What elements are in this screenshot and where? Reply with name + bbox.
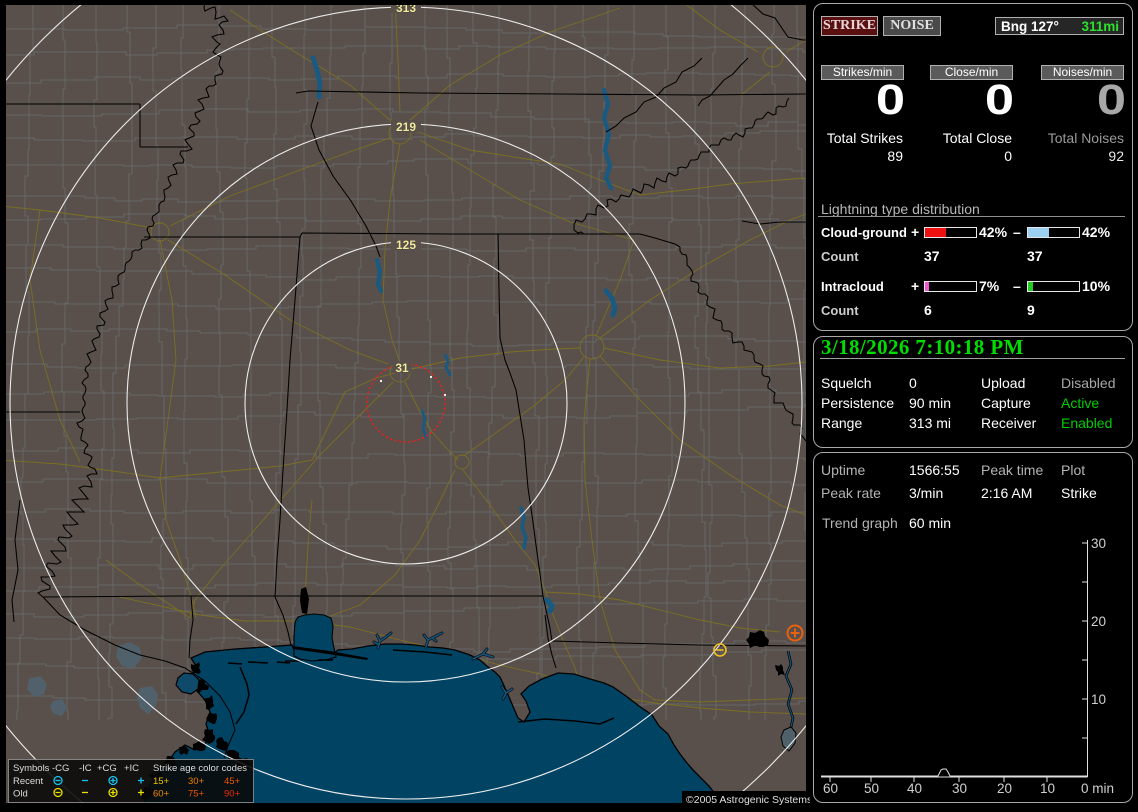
svg-text:-CG: -CG — [52, 763, 69, 774]
svg-text:60+: 60+ — [153, 789, 170, 800]
svg-text:30+: 30+ — [188, 776, 205, 787]
svg-text:31: 31 — [395, 361, 409, 375]
svg-text:Strike age color codes: Strike age color codes — [153, 763, 247, 774]
svg-text:45+: 45+ — [224, 776, 241, 787]
svg-text:+IC: +IC — [124, 763, 139, 774]
svg-text:125: 125 — [396, 238, 416, 252]
svg-text:+CG: +CG — [97, 763, 117, 774]
svg-text:90+: 90+ — [224, 789, 241, 800]
svg-text:Recent: Recent — [13, 776, 43, 787]
svg-text:-IC: -IC — [79, 763, 92, 774]
svg-text:15+: 15+ — [153, 776, 170, 787]
svg-text:©2005 Astrogenic Systems: ©2005 Astrogenic Systems — [686, 794, 810, 806]
svg-text:219: 219 — [396, 120, 416, 134]
svg-text:Symbols: Symbols — [13, 763, 50, 774]
svg-text:75+: 75+ — [188, 789, 205, 800]
svg-text:Old: Old — [13, 789, 28, 800]
